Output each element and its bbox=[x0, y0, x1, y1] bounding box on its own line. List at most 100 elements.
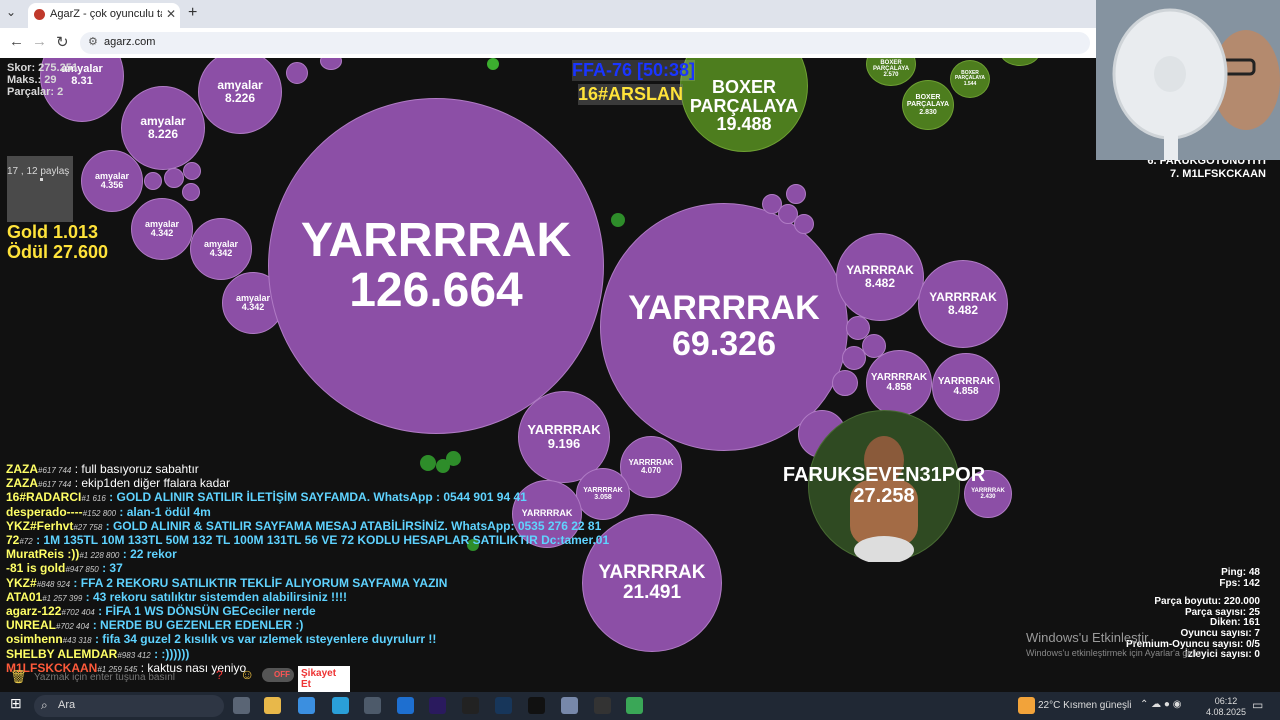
windows-activation-subtext: Windows'u etkinleştirmek için Ayarlar'a … bbox=[1026, 648, 1204, 658]
taskbar-search[interactable]: ⌕ Ara bbox=[34, 695, 224, 717]
chat-message: ZAZA#617 744 : full basıyoruz sabahtır bbox=[6, 462, 609, 477]
chat-username[interactable]: agarz-122 bbox=[6, 604, 61, 618]
epic-games-icon[interactable] bbox=[528, 697, 545, 714]
chat-user-tag: #983 412 bbox=[117, 650, 151, 660]
chrome-icon[interactable] bbox=[626, 697, 643, 714]
chat-username[interactable]: -81 is gold bbox=[6, 561, 65, 575]
task-view-icon[interactable] bbox=[233, 697, 250, 714]
premiere-icon[interactable] bbox=[429, 697, 446, 714]
boxer-cell: BOXER PARÇALAYA 2.830 bbox=[902, 80, 954, 130]
clock[interactable]: 06:12 4.08.2025 bbox=[1206, 696, 1246, 718]
reload-icon[interactable]: ↻ bbox=[56, 33, 69, 51]
cell-name: YARRRRAK bbox=[628, 289, 820, 328]
chat-text: : FFA 2 REKORU SATILIKTIR TEKLİF ALIYORU… bbox=[73, 575, 448, 590]
cell-name: BOXER PARÇALAYA bbox=[689, 76, 799, 116]
amyalar-cell: amyalar 4.342 bbox=[131, 198, 193, 260]
cell-mass: 2.570 bbox=[883, 72, 899, 79]
webcam-overlay bbox=[1096, 0, 1280, 160]
report-button[interactable]: Şikayet Et bbox=[298, 666, 350, 692]
chat-username[interactable]: YKZ#Ferhvt bbox=[6, 519, 73, 533]
chat-message: YKZ#Ferhvt#27 758 : GOLD ALINIR & SATILI… bbox=[6, 518, 609, 534]
ffa-server-label: FFA-76 [50:38] bbox=[572, 60, 696, 81]
chat-text: : ekip1den diğer ffalara kadar bbox=[74, 476, 230, 491]
small-cell bbox=[144, 172, 162, 190]
emoji-icon[interactable]: ☺ bbox=[240, 666, 254, 682]
chat-user-tag: #617 744 bbox=[38, 466, 72, 475]
back-icon[interactable]: ← bbox=[9, 33, 24, 50]
new-tab-icon[interactable]: + bbox=[188, 4, 197, 22]
edge-icon[interactable] bbox=[332, 697, 349, 714]
app-icon[interactable] bbox=[462, 697, 479, 714]
close-icon[interactable]: ✕ bbox=[166, 7, 176, 21]
chat-username[interactable]: 72 bbox=[6, 533, 19, 547]
chat-text: : GOLD ALINIR & SATILIR SAYFAMA MESAJ AT… bbox=[105, 518, 602, 533]
chat-user-tag: #43 318 bbox=[62, 636, 92, 646]
cell-name: YARRRRAK bbox=[527, 422, 601, 438]
chat-username[interactable]: SHELBY ALEMDAR bbox=[6, 647, 117, 661]
clock-date: 4.08.2025 bbox=[1206, 707, 1247, 717]
amyalar-cell: amyalar 4.342 bbox=[190, 218, 252, 280]
chat-username[interactable]: osimhenn bbox=[6, 632, 63, 646]
outlook-icon[interactable] bbox=[397, 697, 414, 714]
boxer-cell: BOXER PARÇALAYA 19.488 bbox=[680, 58, 808, 152]
windows-start-icon[interactable]: ⊞ bbox=[10, 695, 22, 712]
windows-taskbar: ⊞ ⌕ Ara 22°C Kısmen güneşli ⌃ ☁ ● ◉ 06:1… bbox=[0, 692, 1280, 720]
server-stats: Ping: 48 Fps: 142 Parça boyutu: 220.000 … bbox=[1126, 567, 1260, 661]
small-cell bbox=[286, 62, 308, 84]
tab-list-icon[interactable]: ⌄ bbox=[6, 5, 16, 19]
address-bar[interactable]: ⚙ agarz.com bbox=[80, 32, 1090, 54]
pellet bbox=[611, 213, 625, 227]
cell-mass: 4.342 bbox=[241, 302, 265, 312]
chat-message: -81 is gold#947 850 : 37 bbox=[6, 562, 609, 576]
copilot-icon[interactable] bbox=[298, 697, 315, 714]
cell-name: FARUKSEVEN31POR bbox=[782, 464, 986, 486]
chat-user-tag: #947 850 bbox=[65, 565, 99, 575]
chat-user-tag: #72 bbox=[19, 537, 33, 547]
max-score-text: Maks.: 29 bbox=[7, 74, 57, 86]
site-info-icon[interactable]: ⚙ bbox=[88, 35, 98, 48]
cell-mass: 27.258 bbox=[853, 485, 915, 507]
chat-input[interactable] bbox=[32, 668, 206, 686]
chat-bar: 🗑 ? ☺ OFF Şikayet Et bbox=[0, 666, 350, 692]
search-icon: ⌕ bbox=[41, 698, 48, 712]
chat-username[interactable]: MuratReis :)) bbox=[6, 547, 79, 561]
app-icon[interactable] bbox=[561, 697, 578, 714]
cell-name: YARRRRAK bbox=[300, 213, 572, 267]
chat-username[interactable]: YKZ# bbox=[6, 576, 37, 590]
chat-username[interactable]: ATA01 bbox=[6, 590, 42, 604]
chat-username[interactable]: UNREAL bbox=[6, 618, 56, 632]
chat-username[interactable]: ZAZA bbox=[6, 462, 38, 476]
chat-username[interactable]: ZAZA bbox=[6, 476, 38, 490]
chat-username[interactable]: desperado---- bbox=[6, 505, 83, 519]
webcam-image bbox=[1096, 0, 1280, 160]
cell-mass: 2.430 bbox=[980, 494, 996, 500]
chat-text: : 22 rekor bbox=[122, 547, 177, 562]
file-explorer-icon[interactable] bbox=[264, 697, 281, 714]
chat-message: YKZ##848 924 : FFA 2 REKORU SATILIKTIR T… bbox=[6, 575, 609, 591]
obs-icon[interactable] bbox=[594, 697, 611, 714]
tab-title: AgarZ - çok oyunculu tarayıcı o bbox=[50, 8, 162, 20]
amyalar-cell: amyalar 4.356 bbox=[81, 150, 143, 212]
help-icon[interactable]: ? bbox=[216, 668, 223, 682]
chat-text: : GOLD ALINIR SATILIR İLETİŞİM SAYFAMDA.… bbox=[109, 490, 527, 505]
forward-icon[interactable]: → bbox=[32, 33, 47, 50]
small-cell bbox=[862, 334, 886, 358]
rank-label: 16#ARSLAN bbox=[578, 84, 684, 105]
tray-icons[interactable]: ⌃ ☁ ● ◉ bbox=[1140, 699, 1181, 710]
browser-tab[interactable]: AgarZ - çok oyunculu tarayıcı o ✕ bbox=[28, 3, 180, 28]
store-icon[interactable] bbox=[364, 697, 381, 714]
reward-text: Ödül 27.600 bbox=[7, 242, 109, 262]
player-cell: YARRRRAK 4.858 bbox=[866, 350, 932, 416]
chat-user-tag: #1 257 399 bbox=[42, 593, 83, 603]
chat-toggle[interactable]: OFF bbox=[262, 668, 294, 682]
game-canvas[interactable]: amyalar 8.31 amyalar 8.226 amyalar 8.226… bbox=[0, 58, 1280, 692]
small-cell bbox=[786, 184, 806, 204]
weather-text[interactable]: 22°C Kısmen güneşli bbox=[1038, 700, 1132, 711]
trash-icon[interactable]: 🗑 bbox=[10, 669, 27, 685]
chat-username[interactable]: 16#RADARCI bbox=[6, 490, 81, 504]
skin-cell: FARUKSEVEN31POR 27.258 bbox=[783, 410, 985, 562]
chat-user-tag: #617 744 bbox=[38, 480, 72, 490]
notification-icon[interactable]: ▭ bbox=[1252, 698, 1263, 712]
steam-icon[interactable] bbox=[495, 697, 512, 714]
chat-message: desperado----#152 800 : alan-1 ödül 4m bbox=[6, 505, 609, 520]
